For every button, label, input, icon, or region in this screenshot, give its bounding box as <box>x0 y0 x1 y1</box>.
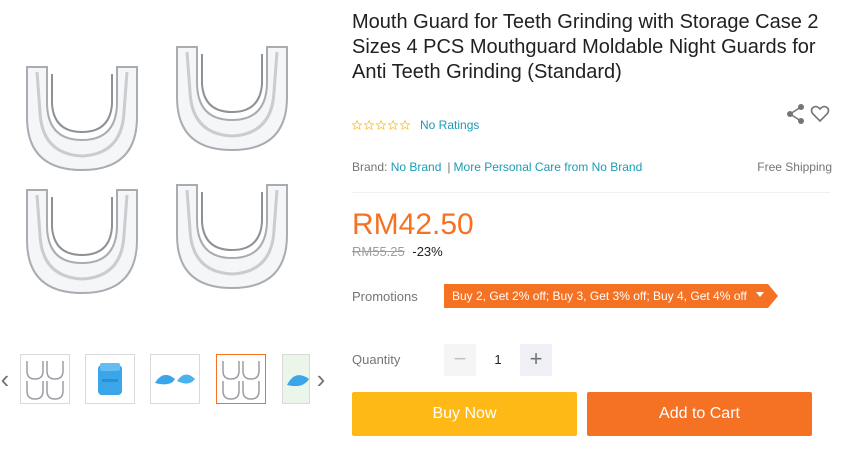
promotion-text: Buy 2, Get 2% off; Buy 3, Get 3% off; Bu… <box>452 289 747 303</box>
current-price: RM42.50 <box>352 208 474 241</box>
product-title: Mouth Guard for Teeth Grinding with Stor… <box>352 11 819 83</box>
free-shipping-label: Free Shipping <box>757 160 832 174</box>
ratings-row: No Ratings <box>352 118 479 132</box>
quantity-label: Quantity <box>352 352 401 367</box>
brand-row: Brand: No Brand | More Personal Care from … <box>352 160 832 174</box>
promotions-label: Promotions <box>352 289 418 304</box>
quantity-increase-button[interactable]: + <box>520 344 552 376</box>
original-price: RM55.25 <box>352 244 405 259</box>
thumbnail-1[interactable] <box>20 354 70 404</box>
thumbnail-5[interactable] <box>282 354 310 404</box>
ratings-link[interactable]: No Ratings <box>420 118 479 132</box>
thumbnail-prev-arrow[interactable]: ‹ <box>0 364 12 394</box>
share-icon[interactable] <box>786 103 806 125</box>
promotion-tag[interactable]: Buy 2, Get 2% off; Buy 3, Get 3% off; Bu… <box>444 284 778 308</box>
star-icon <box>352 120 362 130</box>
brand-label: Brand: <box>352 160 388 174</box>
guard-top-right <box>175 45 289 152</box>
original-price-row: RM55.25 -23% <box>352 244 443 259</box>
brand-link[interactable]: No Brand <box>391 160 442 174</box>
product-gallery: ‹ › <box>0 0 335 464</box>
heart-icon[interactable] <box>810 104 830 124</box>
quantity-decrease-button[interactable]: − <box>444 344 476 376</box>
guard-top-left <box>25 65 139 172</box>
thumbnail-4-selected[interactable] <box>216 354 266 404</box>
discount-percent: -23% <box>412 244 443 259</box>
main-product-image[interactable] <box>22 30 312 330</box>
star-icon <box>388 120 398 130</box>
add-to-cart-button[interactable]: Add to Cart <box>587 392 812 436</box>
thumbnail-strip: ‹ › <box>0 350 335 410</box>
buy-now-button[interactable]: Buy Now <box>352 392 577 436</box>
rating-stars <box>352 120 412 130</box>
guard-bottom-left <box>25 188 139 295</box>
thumbnail-next-arrow[interactable]: › <box>314 364 328 394</box>
brand-separator: | <box>447 160 451 174</box>
divider <box>352 192 830 193</box>
guard-bottom-right <box>175 183 289 290</box>
star-icon <box>364 120 374 130</box>
thumbnail-2[interactable] <box>85 354 135 404</box>
chevron-down-icon <box>756 292 764 297</box>
quantity-input[interactable]: 1 <box>476 344 520 376</box>
star-icon <box>400 120 410 130</box>
thumbnail-3[interactable] <box>150 354 200 404</box>
more-from-brand-link[interactable]: More Personal Care from No Brand <box>454 160 643 174</box>
star-icon <box>376 120 386 130</box>
